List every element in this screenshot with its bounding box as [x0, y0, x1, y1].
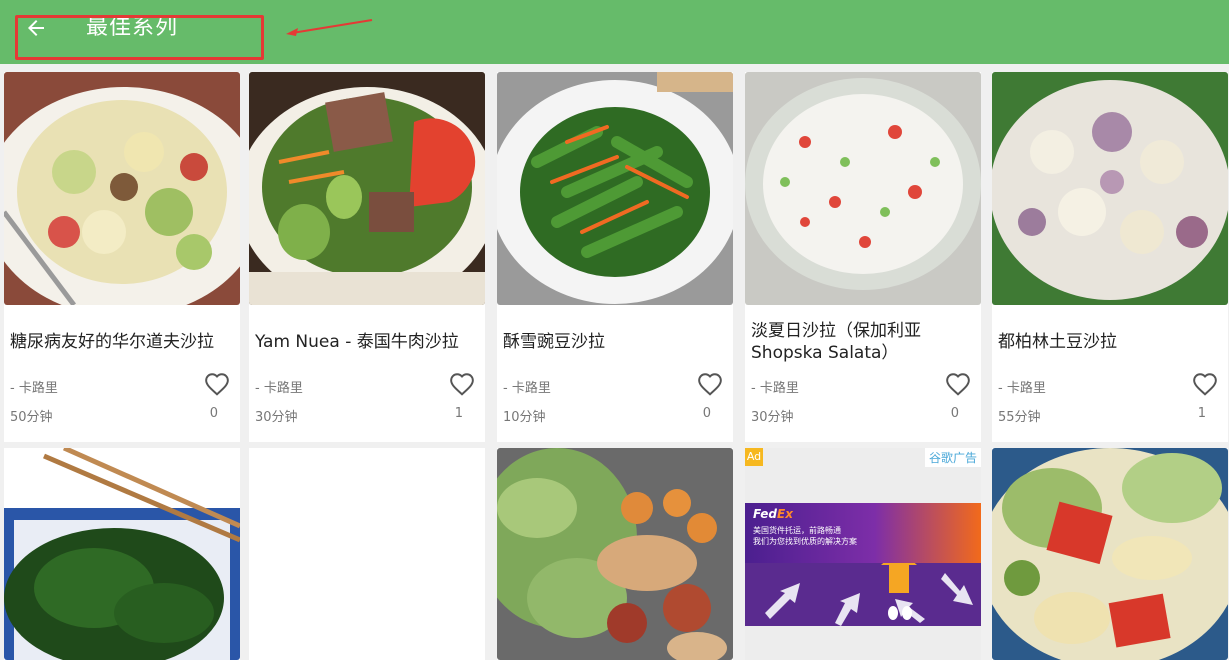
heart-icon[interactable]	[697, 372, 723, 396]
recipe-card[interactable]: 糖尿病友好的华尔道夫沙拉 - 卡路里 50分钟 0	[4, 72, 240, 442]
recipe-card[interactable]	[4, 448, 240, 660]
recipe-calories: - 卡路里	[10, 381, 58, 396]
recipe-likes: 0	[950, 406, 959, 421]
recipe-calories: - 卡路里	[751, 381, 799, 396]
ad-text-line-2: 我们为您找到优质的解决方案	[753, 537, 857, 546]
recipe-time: 30分钟	[255, 410, 298, 425]
recipe-card[interactable]	[992, 448, 1228, 660]
recipe-card-placeholder[interactable]	[249, 448, 485, 660]
recipe-image	[4, 448, 240, 660]
recipe-card[interactable]: Yam Nuea - 泰国牛肉沙拉 - 卡路里 30分钟 1	[249, 72, 485, 442]
recipe-image	[249, 72, 485, 305]
recipe-name: 酥雪豌豆沙拉	[503, 332, 605, 352]
recipe-card[interactable]: 酥雪豌豆沙拉 - 卡路里 10分钟 0	[497, 72, 733, 442]
ad-text-line-1: 美国货件托运，前路畅通	[753, 526, 841, 535]
recipe-likes: 0	[702, 406, 711, 421]
recipe-calories: - 卡路里	[503, 381, 551, 396]
recipe-image	[497, 448, 733, 660]
recipe-image	[992, 72, 1228, 305]
recipe-likes: 1	[454, 406, 463, 421]
recipe-card[interactable]: 淡夏日沙拉（保加利亚 Shopska Salata） - 卡路里 30分钟 0	[745, 72, 981, 442]
recipe-time: 30分钟	[751, 410, 794, 425]
recipe-image	[497, 72, 733, 305]
recipe-name: 都柏林土豆沙拉	[998, 332, 1117, 352]
recipe-likes: 0	[209, 406, 218, 421]
recipe-likes: 1	[1197, 406, 1206, 421]
heart-icon[interactable]	[449, 372, 475, 396]
recipe-image	[4, 72, 240, 305]
recipe-image	[745, 72, 981, 305]
ad-badge: Ad	[745, 448, 763, 466]
recipe-name: 糖尿病友好的华尔道夫沙拉	[10, 332, 214, 352]
recipe-card[interactable]	[497, 448, 733, 660]
fedex-logo: FedEx	[753, 507, 793, 521]
heart-icon[interactable]	[204, 372, 230, 396]
recipe-time: 10分钟	[503, 410, 546, 425]
recipe-card[interactable]: 都柏林土豆沙拉 - 卡路里 55分钟 1	[992, 72, 1228, 442]
annotation-arrow	[286, 19, 373, 36]
heart-icon[interactable]	[945, 372, 971, 396]
recipe-image	[992, 448, 1228, 660]
recipe-calories: - 卡路里	[255, 381, 303, 396]
ad-banner[interactable]: FedEx 美国货件托运，前路畅通 我们为您找到优质的解决方案	[745, 503, 981, 563]
recipe-calories: - 卡路里	[998, 381, 1046, 396]
ad-card[interactable]: Ad 谷歌广告 FedEx 美国货件托运，前路畅通 我们为您找到优质的解决方案	[745, 448, 981, 660]
recipe-name: Yam Nuea - 泰国牛肉沙拉	[255, 332, 459, 352]
recipe-name: 淡夏日沙拉（保加利亚 Shopska Salata）	[751, 321, 921, 363]
annotation-highlight-box	[15, 15, 264, 60]
recipe-time: 50分钟	[10, 410, 53, 425]
heart-icon[interactable]	[1192, 372, 1218, 396]
recipe-time: 55分钟	[998, 410, 1041, 425]
ad-provider-label[interactable]: 谷歌广告	[924, 448, 981, 467]
ad-graphic[interactable]	[745, 563, 981, 626]
